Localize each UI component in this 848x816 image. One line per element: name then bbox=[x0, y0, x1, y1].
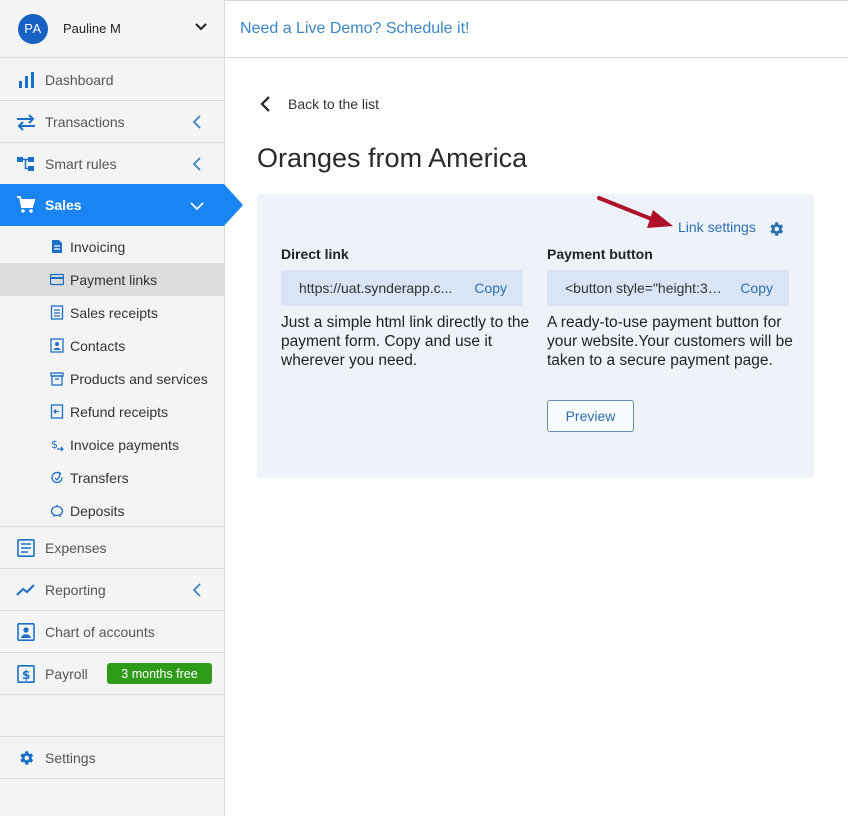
receipt-icon bbox=[50, 305, 64, 320]
sidebar-item-label: Dashboard bbox=[45, 71, 114, 88]
page-title: Oranges from America bbox=[257, 143, 528, 173]
user-menu[interactable]: PA Pauline M bbox=[0, 0, 224, 58]
sidebar-subitem-sales-receipts[interactable]: Sales receipts bbox=[0, 296, 224, 329]
sidebar-item-label: Transactions bbox=[45, 113, 125, 130]
chevron-down-icon[interactable] bbox=[194, 20, 208, 34]
refund-icon bbox=[50, 404, 64, 419]
sidebar-subitem-label: Refund receipts bbox=[70, 403, 169, 420]
payment-link-card: Link settings Direct link https://uat.sy… bbox=[257, 194, 814, 478]
account-card-icon bbox=[17, 623, 35, 641]
sidebar-item-chart-of-accounts[interactable]: Chart of accounts bbox=[0, 611, 224, 653]
swap-arrows-icon bbox=[17, 114, 35, 131]
copy-button-code-button[interactable]: Copy bbox=[740, 280, 773, 296]
sidebar-item-label: Smart rules bbox=[45, 155, 117, 172]
hierarchy-icon bbox=[17, 157, 34, 171]
sidebar-subitem-transfers[interactable]: Transfers bbox=[0, 461, 224, 494]
sidebar-item-label: Payroll bbox=[45, 665, 88, 682]
sync-icon bbox=[51, 471, 63, 484]
direct-link-description: Just a simple html link directly to the … bbox=[281, 314, 530, 369]
payment-button-code: <button style="height:32... bbox=[565, 280, 727, 296]
schedule-demo-link[interactable]: Need a Live Demo? Schedule it! bbox=[240, 20, 469, 38]
cart-icon bbox=[17, 196, 36, 213]
sidebar-subitem-contacts[interactable]: Contacts bbox=[0, 329, 224, 362]
sidebar-subitem-deposits[interactable]: Deposits bbox=[0, 494, 224, 527]
sidebar-subitem-label: Transfers bbox=[70, 469, 129, 486]
sidebar-spacer bbox=[0, 695, 224, 737]
chevron-down-icon[interactable] bbox=[190, 201, 204, 211]
promo-badge: 3 months free bbox=[107, 663, 212, 684]
sidebar-subitem-label: Deposits bbox=[70, 502, 125, 519]
sidebar-subitem-label: Sales receipts bbox=[70, 304, 158, 321]
sidebar-subitem-label: Invoicing bbox=[70, 238, 126, 255]
sidebar-subitem-invoicing[interactable]: Invoicing bbox=[0, 230, 224, 263]
dollar-bill-icon: $ bbox=[17, 665, 35, 683]
sidebar-item-label: Settings bbox=[45, 749, 96, 766]
active-indicator bbox=[224, 184, 243, 226]
sidebar-subitem-payment-links[interactable]: Payment links bbox=[0, 263, 224, 296]
avatar: PA bbox=[18, 13, 48, 44]
chevron-left-icon[interactable] bbox=[192, 583, 202, 597]
payment-button-field[interactable]: <button style="height:32... Copy bbox=[547, 270, 789, 306]
dollar-arrow-icon: $ bbox=[51, 438, 64, 452]
sidebar-item-settings[interactable]: Settings bbox=[0, 737, 224, 779]
contact-card-icon bbox=[50, 338, 64, 353]
bar-chart-icon bbox=[19, 72, 34, 88]
sidebar-subitem-label: Products and services bbox=[70, 370, 208, 387]
sidebar-item-sales[interactable]: Sales bbox=[0, 184, 224, 226]
credit-card-icon bbox=[50, 273, 64, 286]
sidebar-item-label: Chart of accounts bbox=[45, 623, 155, 640]
list-document-icon bbox=[17, 539, 35, 557]
sidebar-subitem-invoice-payments[interactable]: $ Invoice payments bbox=[0, 428, 224, 461]
annotation-arrow-icon bbox=[597, 196, 673, 228]
sidebar-subitem-label: Payment links bbox=[70, 271, 158, 288]
sidebar-item-label: Sales bbox=[45, 197, 82, 213]
sidebar-item-label: Expenses bbox=[45, 539, 107, 556]
sidebar-item-transactions[interactable]: Transactions bbox=[0, 101, 224, 143]
top-banner: Need a Live Demo? Schedule it! bbox=[225, 0, 848, 58]
direct-link-title: Direct link bbox=[281, 246, 349, 262]
archive-box-icon bbox=[50, 372, 64, 386]
back-to-list-link[interactable]: Back to the list bbox=[258, 95, 379, 113]
sidebar-item-reporting[interactable]: Reporting bbox=[0, 569, 224, 611]
document-icon bbox=[52, 240, 62, 253]
piggy-bank-icon bbox=[50, 505, 64, 517]
preview-button[interactable]: Preview bbox=[547, 400, 634, 432]
back-label: Back to the list bbox=[288, 96, 380, 112]
sidebar-item-expenses[interactable]: Expenses bbox=[0, 527, 224, 569]
user-name: Pauline M bbox=[63, 21, 121, 36]
payment-button-title: Payment button bbox=[547, 246, 653, 262]
gear-icon bbox=[20, 751, 34, 765]
app-root: PA Pauline M Dashboard Transactions Smar… bbox=[0, 0, 848, 816]
sidebar-subitem-products[interactable]: Products and services bbox=[0, 362, 224, 395]
sidebar: PA Pauline M Dashboard Transactions Smar… bbox=[0, 0, 243, 816]
svg-text:$: $ bbox=[22, 668, 30, 682]
sidebar-subitem-label: Invoice payments bbox=[70, 436, 179, 453]
trend-line-icon bbox=[16, 584, 35, 596]
link-settings-link[interactable]: Link settings bbox=[678, 219, 756, 235]
chevron-left-icon bbox=[260, 96, 270, 112]
direct-link-field[interactable]: https://uat.synderapp.c... Copy bbox=[281, 270, 523, 306]
svg-text:$: $ bbox=[51, 438, 58, 451]
copy-direct-link-button[interactable]: Copy bbox=[474, 280, 507, 296]
gear-icon[interactable] bbox=[767, 220, 785, 238]
sidebar-subitem-label: Contacts bbox=[70, 337, 126, 354]
sidebar-item-smart-rules[interactable]: Smart rules bbox=[0, 143, 224, 185]
chevron-left-icon[interactable] bbox=[192, 115, 202, 129]
sidebar-subitem-refund-receipts[interactable]: Refund receipts bbox=[0, 395, 224, 428]
direct-link-value: https://uat.synderapp.c... bbox=[299, 280, 453, 296]
sidebar-item-dashboard[interactable]: Dashboard bbox=[0, 59, 224, 101]
payment-button-description: A ready-to-use payment button for your w… bbox=[547, 314, 793, 369]
sidebar-item-label: Reporting bbox=[45, 581, 106, 598]
chevron-left-icon[interactable] bbox=[192, 157, 202, 171]
